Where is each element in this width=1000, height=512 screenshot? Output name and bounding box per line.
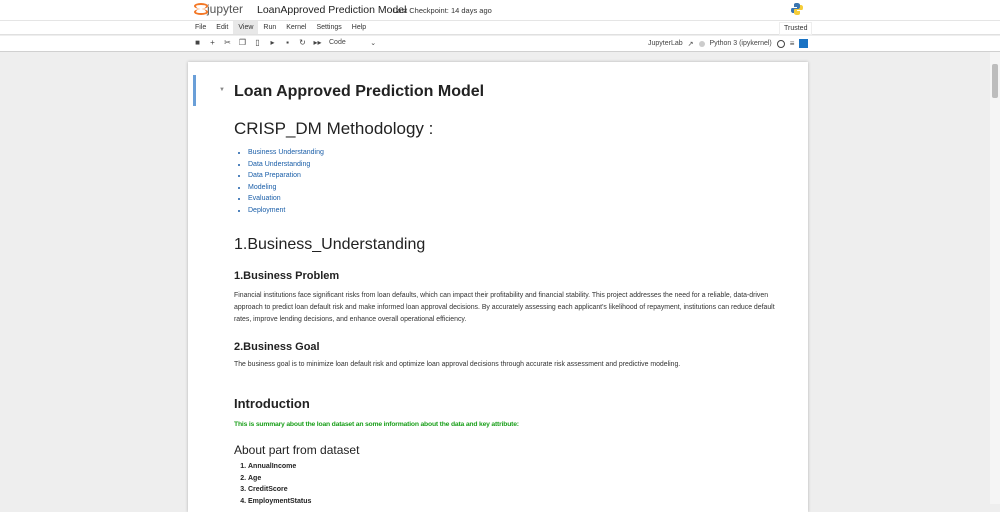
external-link-icon: ↗ <box>687 40 694 48</box>
about-heading: About part from dataset <box>234 443 360 457</box>
notebook-title[interactable]: LoanApproved Prediction Model <box>257 4 406 16</box>
toc-link[interactable]: Data Preparation <box>248 172 324 184</box>
property-inspector-icon[interactable] <box>799 39 809 48</box>
notebook-heading: Loan Approved Prediction Model <box>234 83 485 100</box>
checkpoint-status: Last Checkpoint: 14 days ago <box>393 6 492 15</box>
toc-link[interactable]: Evaluation <box>248 195 324 207</box>
attribute-item: Age <box>248 475 311 487</box>
menu-bar: File Edit View Run Kernel Settings Help … <box>0 20 1000 35</box>
active-cell-indicator[interactable] <box>193 75 196 106</box>
jupyter-logo[interactable]: jupyter <box>194 2 243 16</box>
business-problem-text: Financial institutions face significant … <box>234 292 775 323</box>
toc-link[interactable]: Business Understanding <box>248 149 324 161</box>
attribute-item: CreditScore <box>248 486 311 498</box>
introduction-heading: Introduction <box>234 396 310 411</box>
menu-run[interactable]: Run <box>258 21 281 34</box>
crisp-heading: CRISP_DM Methodology : <box>234 119 434 138</box>
toc-link[interactable]: Data Understanding <box>248 161 324 173</box>
menu-icon[interactable]: ≡ <box>790 39 795 48</box>
attribute-list: AnnualIncome Age CreditScore EmploymentS… <box>234 463 311 509</box>
paste-icon[interactable]: ▯ <box>250 38 265 47</box>
stop-icon[interactable]: ▪ <box>280 38 295 47</box>
business-understanding-heading: 1.Business_Understanding <box>234 236 426 253</box>
python-icon <box>791 3 803 15</box>
add-cell-icon[interactable]: + <box>205 38 220 47</box>
save-icon[interactable]: ■ <box>190 38 205 47</box>
toc-link[interactable]: Deployment <box>248 207 324 219</box>
menu-edit[interactable]: Edit <box>211 21 233 34</box>
menu-view[interactable]: View <box>233 21 259 34</box>
menu-help[interactable]: Help <box>347 21 371 34</box>
run-all-icon[interactable]: ▸▸ <box>310 38 325 47</box>
collapse-arrow-icon[interactable]: ▼ <box>219 87 225 93</box>
menu-kernel[interactable]: Kernel <box>281 21 311 34</box>
toc-link[interactable]: Modeling <box>248 184 324 196</box>
cell-type-select[interactable]: Code <box>329 39 346 46</box>
settings-dot-icon <box>698 40 705 47</box>
business-problem-heading: 1.Business Problem <box>234 270 340 282</box>
summary-text: This is summary about the loan dataset a… <box>234 421 519 428</box>
cut-icon[interactable]: ✂ <box>220 38 235 47</box>
scrollbar[interactable] <box>990 52 1000 504</box>
scrollbar-thumb[interactable] <box>992 64 998 98</box>
restart-icon[interactable]: ↻ <box>295 38 310 47</box>
attribute-item: AnnualIncome <box>248 463 311 475</box>
jupyter-icon <box>194 2 208 16</box>
trusted-badge[interactable]: Trusted <box>779 22 813 35</box>
copy-icon[interactable]: ❐ <box>235 38 250 47</box>
business-goal-heading: 2.Business Goal <box>234 341 320 353</box>
chevron-down-icon[interactable]: ⌄ <box>366 39 381 47</box>
menu-file[interactable]: File <box>190 21 211 34</box>
menu-settings[interactable]: Settings <box>311 21 346 34</box>
kernel-status-icon <box>776 39 785 48</box>
title-bar: jupyter LoanApproved Prediction Model La… <box>0 0 1000 20</box>
kernel-name[interactable]: Python 3 (ipykernel) <box>710 40 772 47</box>
notebook-toolbar: ■ + ✂ ❐ ▯ ▸ ▪ ↻ ▸▸ Code ⌄ JupyterLab ↗ P… <box>0 36 1000 52</box>
toc-list: Business Understanding Data Understandin… <box>234 149 324 219</box>
business-goal-text: The business goal is to minimize loan de… <box>234 361 681 368</box>
run-icon[interactable]: ▸ <box>265 38 280 47</box>
jupyterlab-link[interactable]: JupyterLab <box>648 40 683 47</box>
